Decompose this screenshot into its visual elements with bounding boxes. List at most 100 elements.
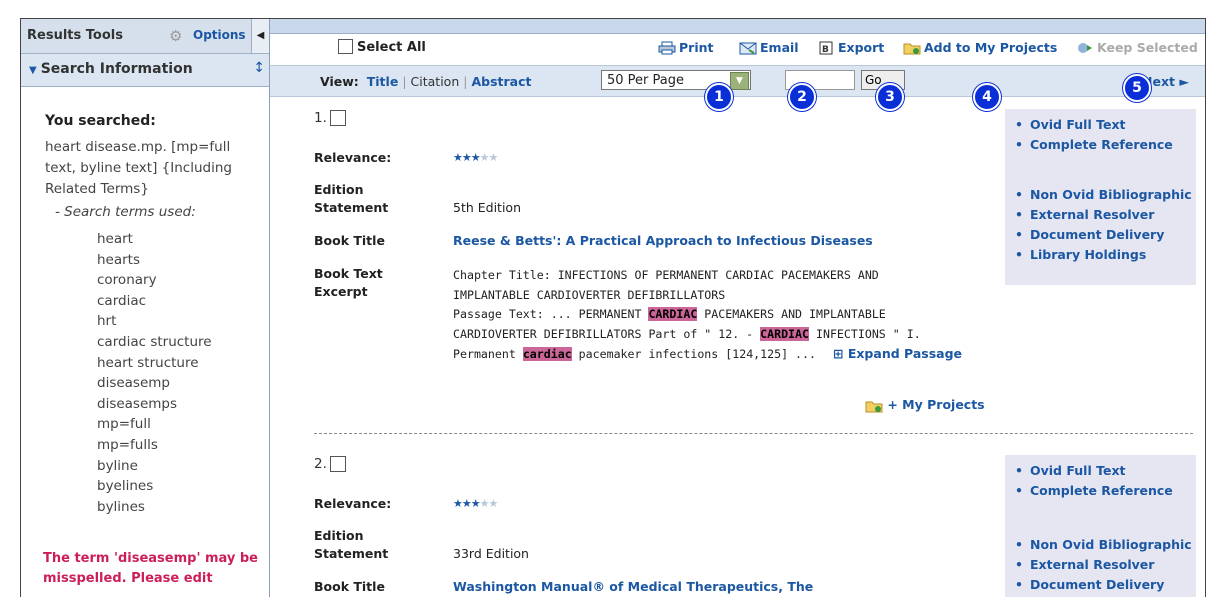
per-page-value: 50 Per Page: [607, 73, 684, 88]
book-title-label: Book Title: [314, 579, 385, 594]
result-checkbox[interactable]: [329, 456, 346, 472]
expand-passage-link[interactable]: ⊞ Expand Passage: [833, 346, 962, 361]
keep-selected-button[interactable]: Keep Selected: [1076, 40, 1198, 56]
external-resolver-link[interactable]: External Resolver: [1005, 205, 1196, 225]
highlight-term: CARDIAC: [760, 326, 809, 341]
callout-badge-1: 1: [705, 83, 733, 111]
result-checkbox[interactable]: [329, 110, 346, 126]
search-terms-label: - Search terms used:: [55, 204, 196, 220]
view-citation-link[interactable]: Citation: [411, 74, 460, 89]
book-title-link[interactable]: Washington Manual® of Medical Therapeuti…: [453, 578, 813, 596]
edition-value: 5th Edition: [453, 200, 521, 215]
add-to-my-projects-button[interactable]: Add to My Projects: [903, 40, 1057, 56]
select-all-checkbox[interactable]: [338, 39, 353, 54]
excerpt-label-line2: Excerpt: [314, 284, 368, 299]
result-number: 2.: [314, 456, 346, 472]
next-arrow-icon: ►: [1179, 74, 1189, 89]
library-holdings-link[interactable]: Library Holdings: [1005, 245, 1196, 265]
email-button[interactable]: Email: [739, 40, 799, 56]
callout-badge-2: 2: [788, 83, 816, 111]
print-button[interactable]: Print: [658, 40, 714, 56]
select-all-label: Select All: [357, 40, 426, 55]
search-query: heart disease.mp. [mp=full text, byline …: [45, 139, 232, 197]
complete-reference-link[interactable]: Complete Reference: [1005, 135, 1196, 155]
result-links-panel: Ovid Full Text Complete Reference Non Ov…: [1005, 109, 1196, 285]
relevance-stars: ★★★★★: [453, 497, 498, 510]
search-term: cardiac: [97, 292, 147, 309]
resize-icon[interactable]: ↕: [253, 60, 265, 76]
keep-selected-icon: [1078, 42, 1092, 53]
results-toolbar: Select All Print Email B Export Add to My…: [270, 34, 1205, 64]
misspelling-warning: The term 'diseasemp' may be misspelled. …: [43, 551, 259, 586]
export-icon: B: [819, 41, 833, 55]
search-term: byline: [97, 457, 138, 474]
callout-badge-3: 3: [876, 83, 904, 111]
chevron-down-icon[interactable]: ▼: [730, 72, 749, 90]
search-term: mp=full: [97, 416, 151, 433]
non-ovid-bibliographic-link[interactable]: Non Ovid Bibliographic: [1005, 185, 1196, 205]
view-abstract-link[interactable]: Abstract: [471, 74, 531, 89]
printer-icon: [658, 41, 676, 54]
edition-label-line1: Edition: [314, 182, 364, 197]
collapse-sidebar-button[interactable]: ◀: [251, 19, 269, 53]
view-bar: View: Title | Citation | Abstract 50 Per Pag…: [270, 65, 1205, 97]
export-button[interactable]: B Export: [817, 40, 884, 56]
result-divider: [314, 433, 1193, 434]
search-terms-list: heart hearts coronary cardiac hrt cardia…: [97, 229, 212, 517]
print-label: Print: [679, 40, 714, 55]
search-term: hrt: [97, 313, 117, 330]
callout-badge-4: 4: [973, 83, 1001, 111]
expand-triangle-icon: ▼: [29, 65, 37, 76]
options-link[interactable]: Options: [193, 28, 246, 42]
search-term: bylines: [97, 498, 145, 515]
svg-text:B: B: [822, 45, 829, 55]
ovid-full-text-link[interactable]: Ovid Full Text: [1005, 461, 1196, 481]
keep-selected-label: Keep Selected: [1097, 40, 1198, 55]
edition-value: 33rd Edition: [453, 546, 529, 561]
complete-reference-link[interactable]: Complete Reference: [1005, 481, 1196, 501]
highlight-term: cardiac: [522, 347, 572, 361]
view-title-link[interactable]: Title: [367, 74, 399, 89]
book-title-link[interactable]: Reese & Betts': A Practical Approach to …: [453, 232, 873, 250]
search-term: coronary: [97, 272, 157, 289]
result-links-panel: Ovid Full Text Complete Reference Non Ov…: [1005, 455, 1196, 597]
expand-plus-icon: ⊞: [832, 346, 844, 361]
relevance-label: Relevance:: [314, 150, 392, 165]
edition-label-line1: Edition: [314, 528, 364, 543]
sidebar: Results Tools ⚙ Options ◀ ▼ Search Inform…: [21, 19, 270, 597]
search-term: cardiac structure: [97, 333, 212, 350]
search-information-title: Search Information: [40, 61, 193, 77]
select-all[interactable]: Select All: [338, 39, 426, 55]
search-term: heart structure: [97, 354, 199, 371]
search-information-header[interactable]: ▼ Search Information ↕: [21, 54, 269, 87]
book-text-excerpt: Chapter Title: INFECTIONS OF PERMANENT C…: [453, 268, 963, 361]
results-main: Select All Print Email B Export Add to My…: [270, 19, 1205, 597]
results-tools-title: Results Tools: [27, 28, 123, 43]
add-to-my-projects-link[interactable]: + My Projects: [865, 397, 985, 413]
results-tools-header: Results Tools ⚙ Options ◀: [21, 19, 269, 54]
view-label: View:: [320, 74, 359, 89]
non-ovid-bibliographic-link[interactable]: Non Ovid Bibliographic: [1005, 535, 1196, 555]
callout-badge-5: 5: [1123, 74, 1151, 102]
view-options: View: Title | Citation | Abstract: [320, 74, 532, 89]
search-term: diseasemp: [97, 375, 170, 392]
relevance-label: Relevance:: [314, 496, 392, 511]
external-resolver-link[interactable]: External Resolver: [1005, 555, 1196, 575]
ovid-full-text-link[interactable]: Ovid Full Text: [1005, 115, 1196, 135]
search-term: diseasemps: [97, 395, 178, 412]
excerpt-label-line1: Book Text: [314, 266, 383, 281]
edition-label-line2: Statement: [314, 546, 389, 561]
gear-icon[interactable]: ⚙: [169, 28, 185, 44]
results-window: Results Tools ⚙ Options ◀ ▼ Search Inform…: [20, 18, 1206, 597]
document-delivery-link[interactable]: Document Delivery: [1005, 225, 1196, 245]
collapse-left-icon: ◀: [256, 30, 265, 41]
search-term: heart: [97, 231, 133, 247]
document-delivery-link[interactable]: Document Delivery: [1005, 575, 1196, 595]
export-label: Export: [838, 40, 885, 55]
folder-add-icon: [865, 401, 883, 412]
relevance-stars: ★★★★★: [453, 151, 498, 164]
result-number: 1.: [314, 110, 346, 126]
search-term: byelines: [97, 478, 154, 495]
search-term: mp=fulls: [97, 436, 158, 453]
edition-label-line2: Statement: [314, 200, 389, 215]
